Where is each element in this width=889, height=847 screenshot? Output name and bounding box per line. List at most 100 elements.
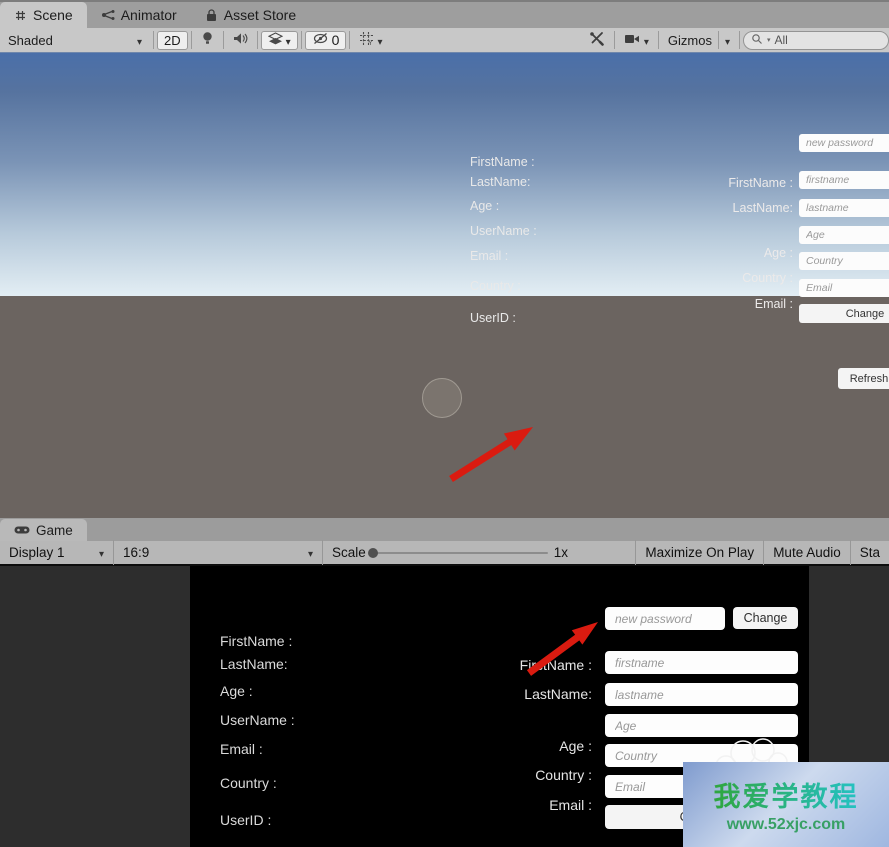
scene-label-email: Email :: [470, 249, 508, 263]
layers-icon: [268, 32, 283, 49]
camera-icon: [624, 33, 641, 48]
custom-tools-button[interactable]: [583, 31, 611, 50]
game-form-label-country: Country :: [491, 767, 592, 783]
game-tabbar: Game: [0, 518, 889, 541]
grid-settings-dropdown[interactable]: Y: [353, 31, 388, 50]
display-value: Display 1: [9, 545, 65, 560]
scene-firstname-input[interactable]: [799, 171, 889, 189]
tab-game[interactable]: Game: [0, 519, 87, 541]
stats-label: Sta: [860, 545, 880, 560]
scene-form-label-firstname: FirstName :: [711, 176, 793, 190]
scale-slider-thumb[interactable]: [368, 548, 378, 558]
scene-camera-dropdown[interactable]: [618, 31, 655, 50]
scene-age-input[interactable]: [799, 226, 889, 244]
scene-sphere-object[interactable]: [422, 378, 462, 418]
game-form-label-firstname: FirstName :: [491, 657, 592, 673]
scene-new-password-input[interactable]: [799, 134, 889, 152]
game-form-label-age: Age :: [491, 738, 592, 754]
mute-audio-toggle[interactable]: Mute Audio: [764, 540, 850, 565]
chevron-down-icon: [644, 33, 649, 48]
game-change-button[interactable]: Change: [733, 607, 798, 629]
scene-form-label-lastname: LastName:: [711, 201, 793, 215]
game-firstname-input[interactable]: [605, 651, 798, 674]
lightbulb-icon: [201, 31, 214, 49]
game-new-password-input[interactable]: [605, 607, 725, 630]
scale-slider[interactable]: [372, 552, 548, 554]
divider: [739, 31, 740, 49]
scene-label-lastname: LastName:: [470, 175, 530, 189]
scene-label-country: Country :: [470, 279, 521, 293]
draw-mode-dropdown[interactable]: Shaded: [0, 28, 150, 53]
hidden-objects-toggle[interactable]: 0: [305, 31, 347, 50]
unity-editor-window: Scene Animator Asset Store Shaded 2D: [0, 0, 889, 847]
gizmos-dropdown[interactable]: Gizmos: [662, 31, 736, 50]
scene-lastname-input[interactable]: [799, 199, 889, 217]
divider: [301, 31, 302, 49]
tab-scene[interactable]: Scene: [0, 2, 87, 28]
scale-label: Scale: [332, 545, 366, 560]
tab-animator[interactable]: Animator: [87, 2, 191, 28]
grid-snap-icon: Y: [359, 31, 374, 49]
game-label-userid: UserID :: [220, 812, 271, 828]
scene-grid-icon: [14, 9, 27, 22]
tab-game-label: Game: [36, 523, 73, 538]
scene-form-label-country: Country :: [711, 271, 793, 285]
aspect-value: 16:9: [123, 545, 149, 560]
scene-search-input[interactable]: ▾ All: [743, 31, 889, 50]
svg-text:Y: Y: [368, 40, 373, 46]
scene-label-username: UserName :: [470, 224, 537, 238]
scene-lighting-toggle[interactable]: [195, 31, 220, 50]
game-label-age: Age :: [220, 683, 253, 699]
game-label-username: UserName :: [220, 712, 295, 728]
watermark-title: 我爱学教程: [714, 775, 859, 814]
scene-refresh-button[interactable]: Refresh: [838, 368, 889, 389]
scene-viewport[interactable]: FirstName : LastName: Age : UserName : E…: [0, 53, 889, 518]
watermark-banner: 我爱学教程 www.52xjc.com: [683, 762, 889, 847]
chevron-down-icon: [308, 545, 313, 560]
scene-effects-dropdown[interactable]: [261, 31, 298, 50]
maximize-on-play-toggle[interactable]: Maximize On Play: [636, 540, 763, 565]
scene-change-button[interactable]: Change: [799, 304, 889, 323]
chevron-down-icon: [286, 33, 291, 48]
game-toolbar: Display 1 16:9 Scale 1x Maximize On Play…: [0, 541, 889, 566]
hidden-count: 0: [332, 32, 340, 48]
gizmos-label: Gizmos: [668, 33, 712, 48]
game-label-email: Email :: [220, 741, 263, 757]
chevron-down-icon: ▾: [767, 36, 771, 44]
scene-form-label-age: Age :: [711, 246, 793, 260]
scene-form-label-email: Email :: [711, 297, 793, 311]
scale-control: Scale 1x: [323, 540, 577, 565]
game-viewport[interactable]: FirstName : LastName: Age : UserName : E…: [0, 566, 889, 847]
chevron-down-icon: [99, 545, 104, 560]
aspect-ratio-select[interactable]: 16:9: [114, 540, 322, 565]
divider: [718, 31, 719, 49]
eye-slash-icon: [312, 32, 329, 48]
tab-asset-store[interactable]: Asset Store: [191, 2, 310, 28]
divider: [658, 31, 659, 49]
scene-country-input[interactable]: [799, 252, 889, 270]
2d-label: 2D: [164, 33, 181, 48]
mute-label: Mute Audio: [773, 545, 841, 560]
tab-asset-store-label: Asset Store: [224, 7, 296, 23]
scene-audio-toggle[interactable]: [227, 31, 254, 50]
2d-toggle[interactable]: 2D: [157, 31, 188, 50]
scene-label-age: Age :: [470, 199, 499, 213]
stats-toggle[interactable]: Sta: [851, 540, 889, 565]
divider: [191, 31, 192, 49]
game-label-country: Country :: [220, 775, 277, 791]
scene-tabbar: Scene Animator Asset Store: [0, 0, 889, 28]
speaker-icon: [233, 32, 248, 48]
game-lastname-input[interactable]: [605, 683, 798, 706]
asset-store-bag-icon: [205, 9, 218, 22]
divider: [349, 31, 350, 49]
tab-animator-label: Animator: [121, 7, 177, 23]
scene-toolbar: Shaded 2D: [0, 28, 889, 53]
scene-email-input[interactable]: [799, 279, 889, 297]
maximize-label: Maximize On Play: [645, 545, 754, 560]
draw-mode-value: Shaded: [8, 33, 53, 48]
scene-label-userid: UserID :: [470, 311, 516, 325]
chevron-down-icon: [377, 33, 382, 48]
game-label-firstname: FirstName :: [220, 633, 292, 649]
wrench-icon: [589, 31, 605, 49]
display-select[interactable]: Display 1: [0, 540, 113, 565]
